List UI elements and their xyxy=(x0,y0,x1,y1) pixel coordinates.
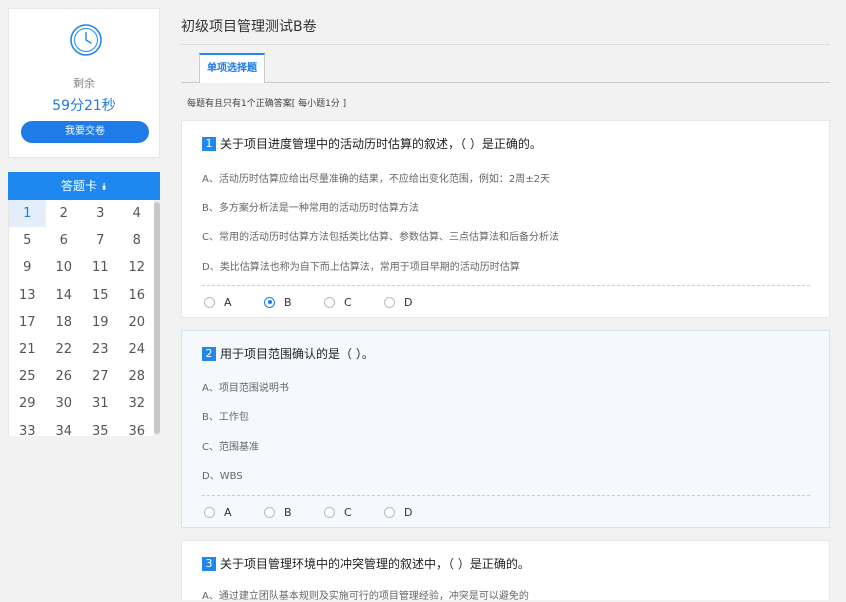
option-b-text: B、多方案分析法是一种常用的活动历时估算方法 xyxy=(202,203,419,214)
answer-card-number[interactable]: 18 xyxy=(46,309,83,336)
answer-card-number[interactable]: 4 xyxy=(119,200,156,227)
answer-radio-c[interactable]: C xyxy=(324,295,352,309)
timer-card: 剩余 59分21秒 我要交卷 xyxy=(8,8,160,158)
question-card-1: 1 关于项目进度管理中的活动历时估算的叙述，（ ）是正确的。 A、活动历时估算应给… xyxy=(181,120,830,318)
answer-card-number[interactable]: 23 xyxy=(82,336,119,363)
radio-circle-icon[interactable] xyxy=(264,506,275,518)
answer-card-number[interactable]: 6 xyxy=(46,227,83,254)
answer-card-number[interactable]: 32 xyxy=(119,390,156,417)
tab-bar-divider xyxy=(181,82,830,83)
question-text: 关于项目管理环境中的冲突管理的叙述中，（ ）是正确的。 xyxy=(220,557,530,571)
answer-card-number[interactable]: 24 xyxy=(119,336,156,363)
answer-radio-c[interactable]: C xyxy=(324,505,352,519)
tab-single-choice[interactable]: 单项选择题 xyxy=(199,53,265,83)
answer-card-scrollbar[interactable] xyxy=(154,200,160,436)
answer-radio-b[interactable]: B xyxy=(264,505,292,519)
answer-card-number[interactable]: 36 xyxy=(119,418,156,437)
answer-radio-d[interactable]: D xyxy=(384,295,412,309)
question-header: 2 用于项目范围确认的是（ ）。 xyxy=(202,345,374,362)
option-a-text: A、项目范围说明书 xyxy=(202,383,289,394)
radio-circle-icon[interactable] xyxy=(384,506,395,518)
answer-card-number[interactable]: 8 xyxy=(119,227,156,254)
question-header: 1 关于项目进度管理中的活动历时估算的叙述，（ ）是正确的。 xyxy=(202,135,542,152)
answer-card-number[interactable]: 28 xyxy=(119,363,156,390)
answer-card-number[interactable]: 16 xyxy=(119,282,156,309)
answer-card-number[interactable]: 29 xyxy=(9,390,46,417)
answer-radio-a[interactable]: A xyxy=(204,505,232,519)
answer-card-number[interactable]: 19 xyxy=(82,309,119,336)
answer-card-number[interactable]: 31 xyxy=(82,390,119,417)
answer-card-title: 答题卡 xyxy=(60,179,97,193)
option-d-text: D、类比估算法也称为自下而上估算法，常用于项目早期的活动历时估算 xyxy=(202,262,520,273)
radio-label: A xyxy=(224,295,232,309)
answer-card-number[interactable]: 17 xyxy=(9,309,46,336)
option-b-text: B、工作包 xyxy=(202,412,249,423)
exam-title: 初级项目管理测试B卷 xyxy=(181,19,317,35)
remain-label: 剩余 xyxy=(73,77,95,90)
radio-circle-icon[interactable] xyxy=(204,506,215,518)
instruction-text: 每题有且只有1个正确答案[ 每小题1分 ] xyxy=(187,99,347,109)
divider xyxy=(202,285,810,286)
answer-card-number[interactable]: 15 xyxy=(82,282,119,309)
radio-label: B xyxy=(284,505,292,519)
divider xyxy=(202,495,810,496)
question-card-3: 3 关于项目管理环境中的冲突管理的叙述中，（ ）是正确的。 A、通过建立团队基本规… xyxy=(181,540,830,602)
question-card-2: 2 用于项目范围确认的是（ ）。 A、项目范围说明书 B、工作包 C、范围基准 D… xyxy=(181,330,830,528)
answer-card-grid: 1 2 3 4 5 6 7 8 9 10 11 12 13 14 15 16 17 18 19 20 21 22 23 24 2… xyxy=(8,200,160,436)
radio-label: C xyxy=(344,295,352,309)
answer-card-number[interactable]: 30 xyxy=(46,390,83,417)
answer-radio-d[interactable]: D xyxy=(384,505,412,519)
radio-label: D xyxy=(404,505,413,519)
answer-card-number[interactable]: 20 xyxy=(119,309,156,336)
answer-card-number[interactable]: 3 xyxy=(82,200,119,227)
answer-card-number[interactable]: 7 xyxy=(82,227,119,254)
option-c-text: C、范围基准 xyxy=(202,442,259,453)
answer-card-header[interactable]: 答题卡 ⯯ xyxy=(8,172,160,200)
radio-label: D xyxy=(404,295,413,309)
answer-card-number[interactable]: 35 xyxy=(82,418,119,437)
question-text: 用于项目范围确认的是（ ）。 xyxy=(220,347,374,361)
chevron-double-down-icon: ⯯ xyxy=(101,182,107,193)
answer-card-number[interactable]: 33 xyxy=(9,418,46,437)
question-number-grid: 1 2 3 4 5 6 7 8 9 10 11 12 13 14 15 16 17 18 19 20 21 22 23 24 2… xyxy=(9,200,155,436)
radio-circle-icon[interactable] xyxy=(384,296,395,308)
answer-card-number[interactable]: 21 xyxy=(9,336,46,363)
question-header: 3 关于项目管理环境中的冲突管理的叙述中，（ ）是正确的。 xyxy=(202,555,530,572)
answer-card-number[interactable]: 1 xyxy=(9,200,46,228)
answer-radio-b[interactable]: B xyxy=(264,295,292,309)
answer-card-number[interactable]: 10 xyxy=(46,254,83,281)
answer-card-number[interactable]: 27 xyxy=(82,363,119,390)
answer-card-number[interactable]: 22 xyxy=(46,336,83,363)
answer-card-number[interactable]: 5 xyxy=(9,227,46,254)
answer-card-number[interactable]: 9 xyxy=(9,254,46,281)
submit-exam-button[interactable]: 我要交卷 xyxy=(21,121,149,143)
answer-card-number[interactable]: 25 xyxy=(9,363,46,390)
answer-card-number[interactable]: 11 xyxy=(82,254,119,281)
title-divider xyxy=(181,44,830,45)
radio-label: B xyxy=(284,295,292,309)
answer-card-number[interactable]: 34 xyxy=(46,418,83,437)
answer-radio-a[interactable]: A xyxy=(204,295,232,309)
question-text: 关于项目进度管理中的活动历时估算的叙述，（ ）是正确的。 xyxy=(220,137,542,151)
clock-icon xyxy=(70,24,102,56)
option-d-text: D、WBS xyxy=(202,471,243,482)
answer-card-number[interactable]: 12 xyxy=(119,254,156,281)
radio-label: C xyxy=(344,505,352,519)
question-number: 2 xyxy=(202,346,216,361)
option-c-text: C、常用的活动历时估算方法包括类比估算、参数估算、三点估算法和后备分析法 xyxy=(202,232,559,243)
radio-label: A xyxy=(224,505,232,519)
radio-circle-icon[interactable] xyxy=(204,296,215,308)
radio-circle-icon[interactable] xyxy=(324,296,335,308)
scroll-thumb[interactable] xyxy=(154,202,160,434)
radio-circle-icon[interactable] xyxy=(324,506,335,518)
answer-card-number[interactable]: 14 xyxy=(46,282,83,309)
question-number: 3 xyxy=(202,556,216,571)
answer-card-number[interactable]: 2 xyxy=(46,200,83,227)
answer-card-number[interactable]: 13 xyxy=(9,282,46,309)
option-a-text: A、活动历时估算应给出尽量准确的结果，不应给出变化范围，例如：2周±2天 xyxy=(202,174,550,185)
answer-card-number[interactable]: 26 xyxy=(46,363,83,390)
radio-circle-icon[interactable] xyxy=(264,296,275,308)
remain-time: 59分21秒 xyxy=(52,98,116,114)
question-number: 1 xyxy=(202,136,216,151)
